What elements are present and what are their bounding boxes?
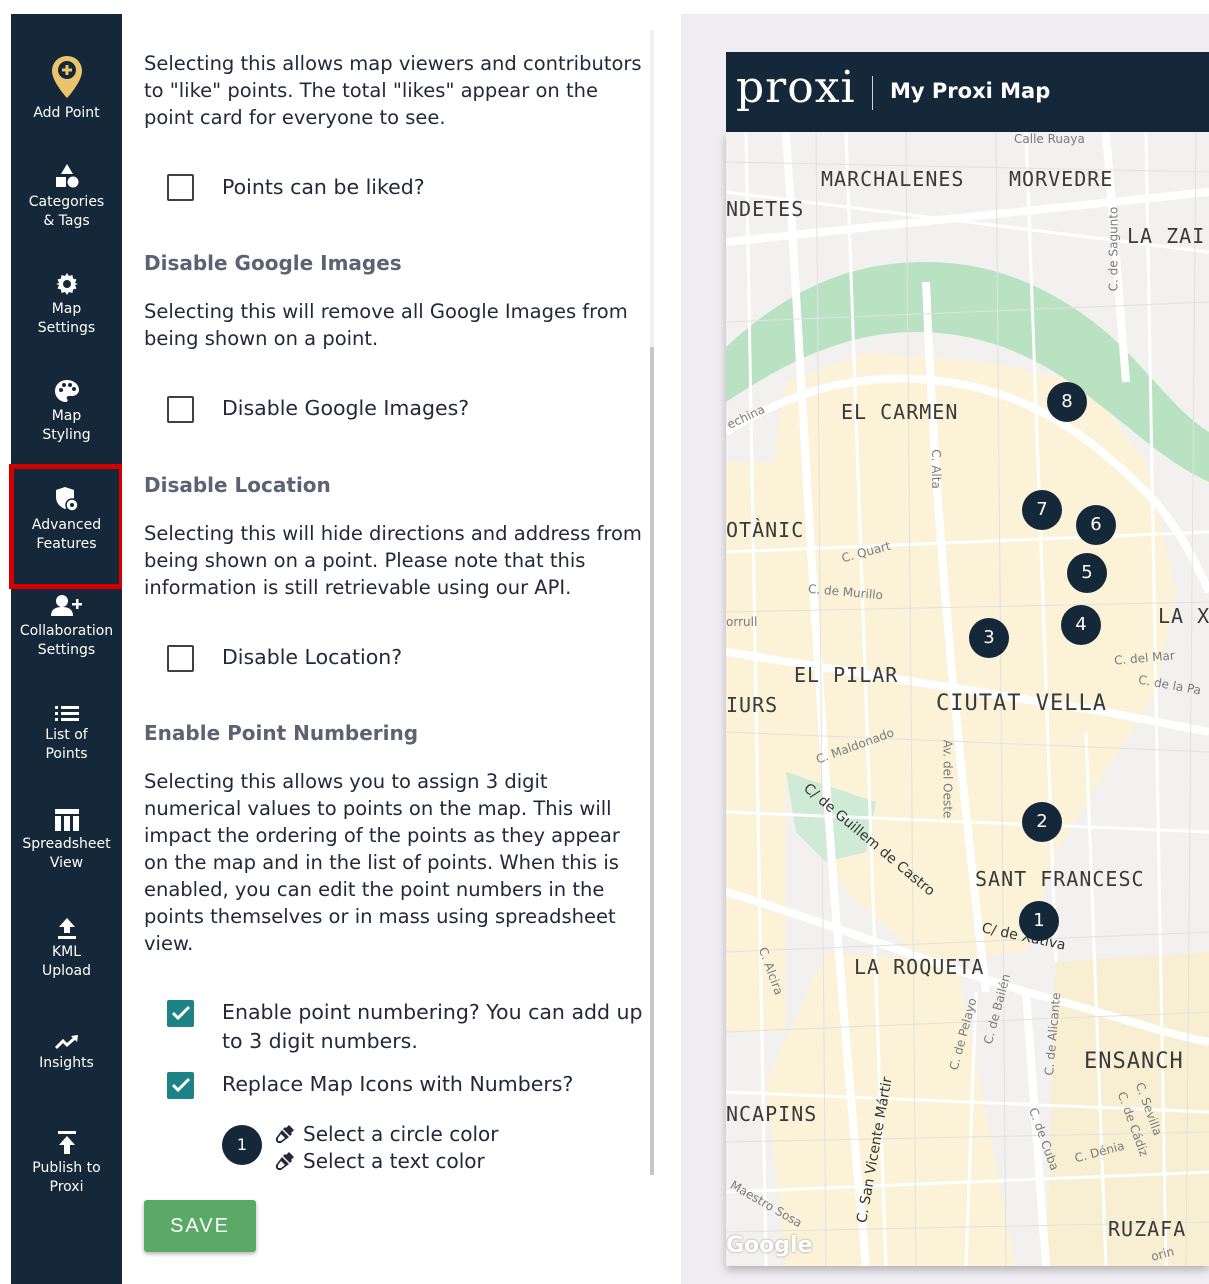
map-area-label: SANT FRANCESC [975,867,1145,891]
disable-google-images-label: Disable Google Images? [222,396,470,420]
disable-location-description: Selecting this will hide directions and … [144,522,642,599]
map-area-label: ENSANCH [1084,1049,1184,1074]
map-marker[interactable]: 3 [969,618,1009,658]
map-area-label: EL PILAR [794,663,899,687]
map-street-label: orrull [726,615,758,629]
sidebar-item-add-point[interactable]: Add Point [11,54,122,134]
map-marker[interactable]: 7 [1022,490,1062,530]
point-numbering-description: Selecting this allows you to assign 3 di… [144,770,620,955]
map-street-label: C. Alta [928,449,943,489]
map-street-label: Calle Ruaya [1014,132,1085,146]
map-preview-header: proxi My Proxi Map [726,52,1209,132]
disable-location-label: Disable Location? [222,645,403,669]
add-user-icon [50,595,82,616]
checkmark-icon [171,1077,191,1093]
sidebar-item-categories[interactable]: Categories & Tags [11,163,122,243]
checkmark-icon [171,1005,191,1021]
google-attribution-logo: Google [726,1233,813,1258]
map-marker[interactable]: 2 [1022,802,1062,842]
map-title: My Proxi Map [890,79,1051,103]
replace-map-icons-checkbox[interactable] [167,1072,194,1099]
point-numbering-heading: Enable Point Numbering [144,721,419,745]
sidebar-item-label: Advanced Features [31,517,102,552]
disable-google-images-checkbox[interactable] [167,396,194,423]
publish-icon [57,1131,76,1154]
list-icon [54,706,79,721]
enable-point-numbering-checkbox[interactable] [167,1000,194,1027]
map-area-label: NDETES [726,197,805,221]
header-divider [872,76,873,110]
sidebar-item-spreadsheet[interactable]: Spreadsheet View [11,809,122,889]
likes-description: Selecting this allows map viewers and co… [144,52,642,129]
sidebar-item-label: List of Points [45,727,88,762]
eyedropper-icon [276,1125,294,1143]
gear-icon [55,273,78,295]
map-marker[interactable]: 4 [1061,605,1101,645]
map-canvas[interactable]: MARCHALENES MORVEDRE NDETES LA ZAI EL CA… [726,132,1209,1266]
map-marker[interactable]: 1 [1019,901,1059,941]
sidebar-item-map-styling[interactable]: Map Styling [11,379,122,459]
sidebar-item-label: Map Settings [37,301,96,336]
map-area-label: CIUTAT VELLA [936,691,1107,716]
google-images-description: Selecting this will remove all Google Im… [144,300,628,350]
sidebar-item-label: Map Styling [42,408,91,443]
points-liked-label: Points can be liked? [222,175,425,199]
map-area-label: LA ROQUETA [854,955,985,979]
map-area-label: RUZAFA [1108,1217,1187,1241]
map-area-label: MORVEDRE [1009,167,1114,191]
save-button[interactable]: SAVE [144,1200,256,1252]
sidebar-item-advanced-features[interactable]: Advanced Features [9,464,124,589]
text-color-picker[interactable]: Select a text color [275,1148,485,1174]
sidebar-item-label: KML Upload [41,944,92,979]
shield-icon [55,487,79,512]
sidebar-item-list-of-points[interactable]: List of Points [11,704,122,784]
sidebar-item-label: Add Point [33,105,100,121]
map-pin-plus-icon [51,56,82,98]
sidebar-item-kml-upload[interactable]: KML Upload [11,917,122,997]
advanced-features-panel: Selecting this allows map viewers and co… [122,14,660,1284]
sidebar-item-label: Categories & Tags [28,194,105,229]
palette-icon [54,380,79,402]
sidebar-item-label: Publish to Proxi [32,1160,101,1195]
sidebar: Add Point Categories & Tags Map Settings… [9,14,124,1284]
disable-location-heading: Disable Location [144,473,331,497]
circle-color-label: Select a circle color [303,1122,499,1146]
disable-location-checkbox[interactable] [167,645,194,672]
text-color-label: Select a text color [303,1149,485,1173]
upload-icon [57,918,76,939]
sidebar-item-map-settings[interactable]: Map Settings [11,272,122,352]
map-street-label: C. de Sagunto [1106,206,1121,292]
map-area-label: LA ZAI [1127,224,1206,248]
sidebar-item-insights[interactable]: Insights [11,1034,122,1094]
google-images-heading: Disable Google Images [144,251,402,275]
map-area-label: EL CARMEN [841,400,959,424]
map-area-label: IURS [726,693,779,717]
sidebar-item-label: Insights [39,1055,94,1071]
sidebar-item-publish[interactable]: Publish to Proxi [11,1131,122,1211]
sidebar-item-label: Collaboration Settings [19,623,114,658]
proxi-logo: proxi [736,62,856,113]
sidebar-item-label: Spreadsheet View [22,836,111,871]
map-marker[interactable]: 8 [1047,382,1087,422]
table-icon [54,809,79,831]
number-marker-preview: 1 [222,1125,262,1165]
map-area-label: MARCHALENES [821,167,965,191]
map-area-label: NCAPINS [726,1102,818,1126]
map-marker[interactable]: 5 [1067,553,1107,593]
trending-icon [54,1035,78,1050]
map-area-label: OTÀNIC [726,518,805,542]
points-liked-checkbox[interactable] [167,174,194,201]
circle-color-picker[interactable]: Select a circle color [275,1121,498,1147]
replace-map-icons-label: Replace Map Icons with Numbers? [222,1072,574,1096]
shapes-icon [55,164,78,188]
map-area-label: LA X [1158,604,1209,628]
sidebar-item-collaboration[interactable]: Collaboration Settings [11,594,122,674]
enable-point-numbering-label: Enable point numbering? You can add up t… [222,1000,643,1053]
map-street-label: Av. del Oeste [940,739,955,819]
eyedropper-icon [276,1152,294,1170]
map-marker[interactable]: 6 [1076,505,1116,545]
